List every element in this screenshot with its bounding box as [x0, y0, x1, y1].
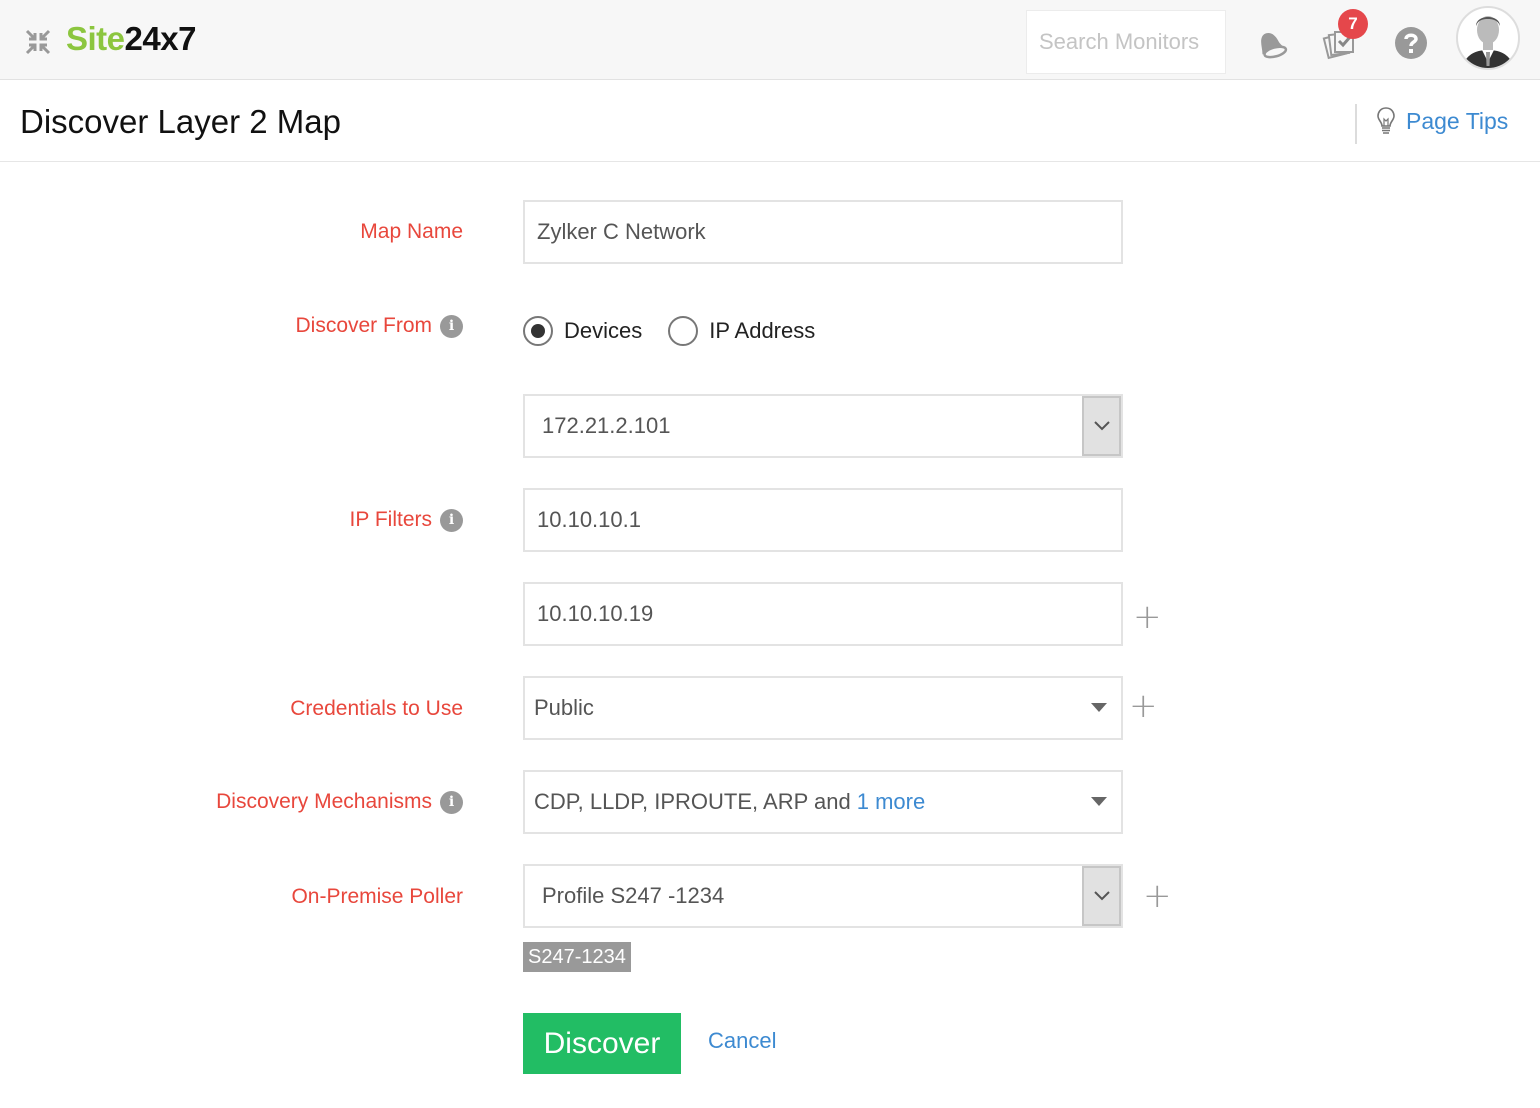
radio-button-checked[interactable] — [523, 316, 553, 346]
poller-select[interactable]: Profile S247 -1234 — [523, 864, 1123, 928]
poller-tag: S247-1234 — [523, 942, 631, 972]
credentials-select-value: Public — [534, 695, 594, 720]
radio-ip-address-label: IP Address — [709, 318, 816, 343]
page-tips-label: Page Tips — [1406, 107, 1509, 134]
radio-button-unchecked[interactable] — [668, 316, 699, 346]
ip-filters-label-text: IP Filters — [349, 508, 432, 531]
cancel-link[interactable]: Cancel — [708, 1028, 776, 1054]
ip-filter-input-1[interactable] — [537, 507, 1121, 533]
add-credential-button[interactable]: + — [1129, 689, 1158, 723]
ip-filter-field-2[interactable] — [523, 582, 1123, 646]
discovery-mechanisms-label: Discovery Mechanisms i — [216, 790, 463, 814]
help-icon[interactable] — [1394, 26, 1428, 60]
ip-filter-input-2[interactable] — [537, 601, 1121, 627]
chevron-down-icon — [1093, 421, 1110, 431]
credentials-select[interactable]: Public — [523, 676, 1123, 740]
poller-select-toggle[interactable] — [1082, 866, 1121, 926]
logo-part1: Site — [66, 20, 125, 57]
map-name-field[interactable] — [523, 200, 1123, 264]
device-select[interactable]: 172.21.2.101 — [523, 394, 1123, 458]
poller-label: On-Premise Poller — [291, 885, 463, 909]
dropdown-arrow-icon[interactable] — [1091, 703, 1107, 712]
add-ip-filter-button[interactable]: + — [1133, 600, 1162, 634]
radio-dot — [531, 324, 545, 338]
credentials-label-text: Credentials to Use — [290, 697, 463, 720]
discovery-mechanisms-summary: CDP, LLDP, IPROUTE, ARP and — [534, 789, 851, 814]
radio-devices-label: Devices — [564, 318, 643, 343]
radio-devices[interactable]: Devices — [523, 316, 642, 346]
discovery-mechanisms-label-text: Discovery Mechanisms — [216, 790, 432, 813]
divider — [1355, 104, 1357, 144]
poller-select-value: Profile S247 -1234 — [542, 883, 725, 908]
add-poller-button[interactable]: + — [1143, 879, 1172, 913]
map-name-label-text: Map Name — [360, 220, 463, 243]
dropdown-arrow-icon[interactable] — [1091, 797, 1107, 806]
lightbulb-icon — [1377, 107, 1395, 134]
info-icon[interactable]: i — [440, 314, 463, 338]
discovery-mechanisms-select[interactable]: CDP, LLDP, IPROUTE, ARP and 1 more — [523, 770, 1123, 834]
top-header: Site24x7 7 — [0, 0, 1540, 80]
chevron-down-icon — [1093, 891, 1110, 901]
discover-from-label-text: Discover From — [295, 314, 432, 337]
discover-from-label: Discover From i — [295, 314, 463, 338]
info-icon[interactable]: i — [440, 508, 463, 532]
page-title: Discover Layer 2 Map — [20, 103, 341, 140]
bell-icon[interactable] — [1252, 26, 1288, 62]
site24x7-logo[interactable]: Site24x7 — [66, 20, 196, 58]
discover-button[interactable]: Discover — [523, 1013, 681, 1074]
user-avatar[interactable] — [1456, 6, 1520, 70]
info-icon[interactable]: i — [440, 790, 463, 814]
device-select-value: 172.21.2.101 — [542, 413, 671, 438]
radio-ip-address[interactable]: IP Address — [668, 316, 815, 346]
poller-label-text: On-Premise Poller — [291, 885, 463, 908]
map-name-label: Map Name — [360, 220, 463, 244]
page-title-bar: Discover Layer 2 Map Page Tips — [0, 80, 1540, 162]
device-select-toggle[interactable] — [1082, 396, 1121, 456]
collapse-icon[interactable] — [24, 28, 52, 56]
search-monitors-input[interactable] — [1026, 10, 1226, 74]
notification-badge[interactable]: 7 — [1338, 9, 1368, 39]
discover-from-radio-group: Devices IP Address — [523, 316, 841, 346]
logo-part2: 24x7 — [124, 20, 197, 57]
credentials-label: Credentials to Use — [290, 697, 463, 721]
map-name-input[interactable] — [537, 219, 1121, 245]
ip-filter-field-1[interactable] — [523, 488, 1123, 552]
ip-filters-label: IP Filters i — [350, 508, 463, 532]
page-tips-link[interactable]: Page Tips — [1376, 106, 1508, 136]
more-mechanisms-link[interactable]: 1 more — [857, 789, 925, 815]
